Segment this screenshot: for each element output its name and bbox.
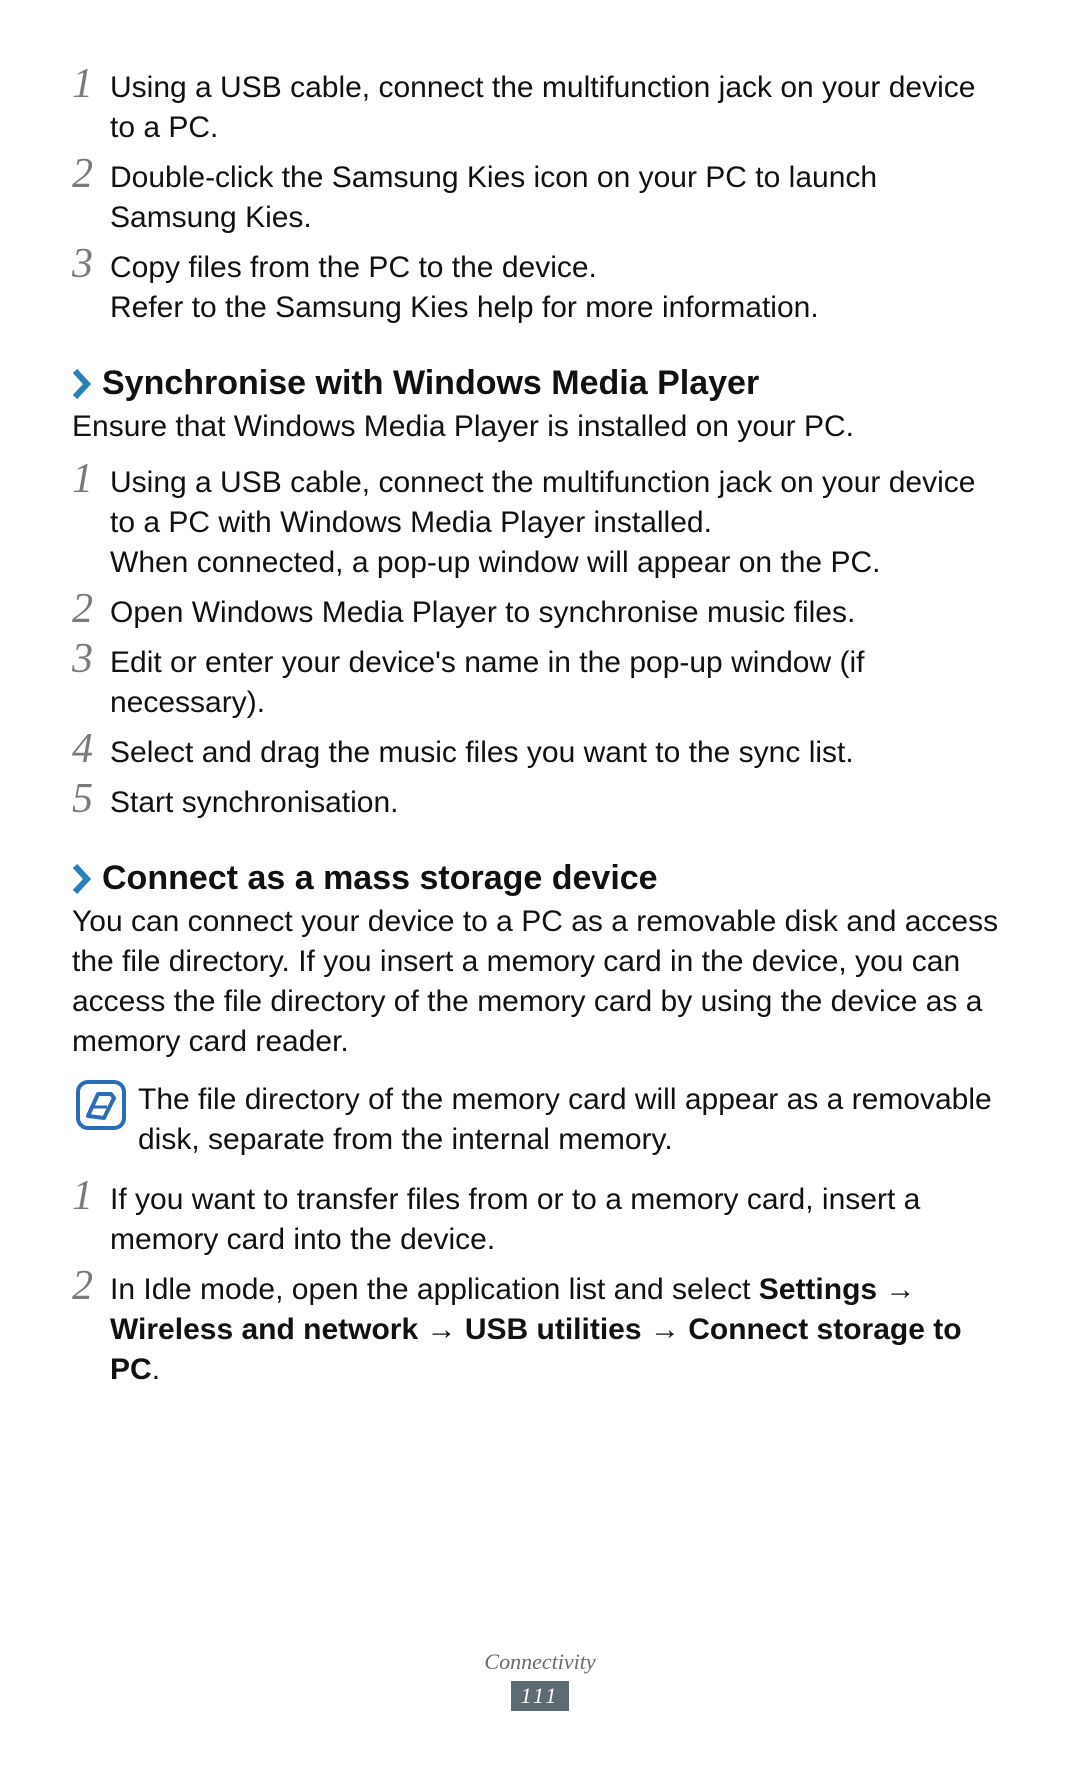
arrow-icon: → [642, 1313, 689, 1346]
page-number: 111 [511, 1681, 570, 1711]
step-item: 1 If you want to transfer files from or … [72, 1180, 1008, 1260]
wmp-steps-list: 1 Using a USB cable, connect the multifu… [72, 463, 1008, 823]
arrow-icon: → [418, 1313, 465, 1346]
step-number: 5 [72, 779, 110, 819]
step-text: Copy files from the PC to the device. Re… [110, 248, 1008, 328]
step-text: Using a USB cable, connect the multifunc… [110, 68, 1008, 148]
chevron-right-icon [72, 864, 94, 894]
mass-steps-list: 1 If you want to transfer files from or … [72, 1180, 1008, 1390]
step-text-prefix: In Idle mode, open the application list … [110, 1273, 759, 1306]
step-number: 3 [72, 244, 110, 284]
step-item: 3 Edit or enter your device's name in th… [72, 643, 1008, 723]
footer-chapter: Connectivity [0, 1649, 1080, 1675]
section-heading-text: Connect as a mass storage device [102, 859, 658, 898]
step-number: 1 [72, 1176, 110, 1216]
step-text: If you want to transfer files from or to… [110, 1180, 1008, 1260]
step-item: 4 Select and drag the music files you wa… [72, 733, 1008, 773]
section-intro: You can connect your device to a PC as a… [72, 902, 1008, 1062]
step-number: 2 [72, 589, 110, 629]
note-icon [76, 1080, 126, 1130]
step-item: 3 Copy files from the PC to the device. … [72, 248, 1008, 328]
menu-path-item: Wireless and network [110, 1313, 418, 1346]
step-text: Open Windows Media Player to synchronise… [110, 593, 1008, 633]
chevron-right-icon [72, 369, 94, 399]
step-text: Using a USB cable, connect the multifunc… [110, 463, 1008, 583]
step-number: 3 [72, 639, 110, 679]
step-text: Start synchronisation. [110, 783, 1008, 823]
menu-path-item: USB utilities [465, 1313, 642, 1346]
step-item: 2 Double-click the Samsung Kies icon on … [72, 158, 1008, 238]
step-number: 2 [72, 1266, 110, 1306]
section-mass-storage: Connect as a mass storage device You can… [72, 859, 1008, 1390]
page-footer: Connectivity 111 [0, 1649, 1080, 1711]
step-text-suffix: . [152, 1353, 160, 1386]
top-steps-list: 1 Using a USB cable, connect the multifu… [72, 68, 1008, 328]
step-number: 1 [72, 459, 110, 499]
section-wmp: Synchronise with Windows Media Player En… [72, 364, 1008, 823]
step-text: Edit or enter your device's name in the … [110, 643, 1008, 723]
step-text: Select and drag the music files you want… [110, 733, 1008, 773]
arrow-icon: → [877, 1273, 915, 1306]
note-text: The file directory of the memory card wi… [138, 1080, 1008, 1160]
step-item: 1 Using a USB cable, connect the multifu… [72, 463, 1008, 583]
step-item: 2 Open Windows Media Player to synchroni… [72, 593, 1008, 633]
step-number: 4 [72, 729, 110, 769]
step-item: 1 Using a USB cable, connect the multifu… [72, 68, 1008, 148]
step-number: 2 [72, 154, 110, 194]
step-item: 2 In Idle mode, open the application lis… [72, 1270, 1008, 1390]
note-row: The file directory of the memory card wi… [72, 1080, 1008, 1160]
menu-path-item: Settings [759, 1273, 877, 1306]
section-heading-text: Synchronise with Windows Media Player [102, 364, 759, 403]
step-number: 1 [72, 64, 110, 104]
step-text: Double-click the Samsung Kies icon on yo… [110, 158, 1008, 238]
section-heading: Synchronise with Windows Media Player [72, 364, 1008, 403]
step-item: 5 Start synchronisation. [72, 783, 1008, 823]
section-heading: Connect as a mass storage device [72, 859, 1008, 898]
step-text: In Idle mode, open the application list … [110, 1270, 1008, 1390]
manual-page: 1 Using a USB cable, connect the multifu… [0, 0, 1080, 1771]
section-intro: Ensure that Windows Media Player is inst… [72, 407, 1008, 447]
